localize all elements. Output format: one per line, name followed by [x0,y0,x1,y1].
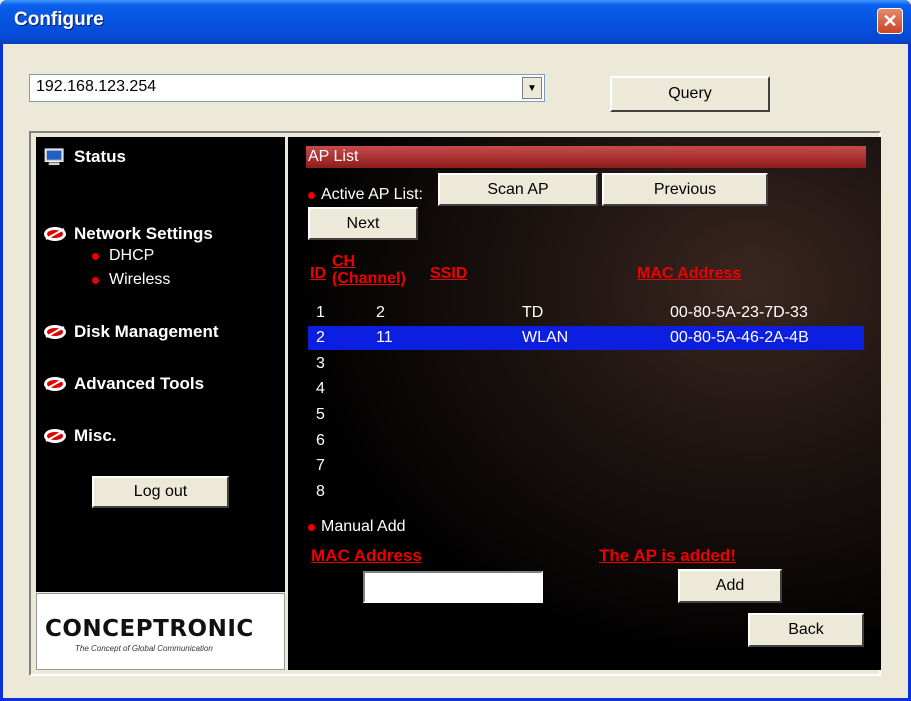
mac-address-input[interactable] [363,571,543,603]
ap-table-row[interactable]: 3 [308,352,864,376]
status-message: The AP is added! [599,546,736,565]
ap-table-row[interactable]: 7 [308,454,864,478]
ap-id: 3 [316,355,325,372]
ap-id: 7 [316,457,325,474]
ap-mac: 00-80-5A-23-7D-33 [670,304,808,321]
nav-disk-management[interactable]: Disk Management [42,322,219,342]
nav-status-label: Status [74,147,126,166]
close-button[interactable]: ✕ [877,8,903,34]
mac-address-label: MAC Address [311,546,422,565]
query-button[interactable]: Query [610,76,770,112]
ap-id: 6 [316,432,325,449]
ap-list-panel: AP List Active AP List: Scan AP Previous… [288,137,881,670]
bullet-icon [308,191,315,199]
column-ch-label: CH [332,253,356,270]
nav-network-settings-label: Network Settings [74,224,213,243]
monitor-icon [44,148,64,166]
nav-misc[interactable]: Misc. [42,426,117,446]
ap-ssid: WLAN [522,329,569,346]
ap-mac: 00-80-5A-46-2A-4B [670,329,809,346]
column-ch-sub: (Channel) [332,270,406,287]
nav-network-settings[interactable]: Network Settings [42,224,213,244]
nav-misc-label: Misc. [74,426,117,445]
logo-tagline: The Concept of Global Communication [75,644,213,653]
ap-table-row[interactable]: 5 [308,403,864,427]
ap-channel: 11 [376,329,393,346]
ap-table-row-selected[interactable]: 2 11 WLAN 00-80-5A-46-2A-4B [308,326,864,350]
ap-id: 4 [316,380,325,397]
nav-wireless-label: Wireless [109,271,171,288]
title-bar[interactable]: Configure ✕ [0,0,911,44]
manual-add-label: Manual Add [308,518,406,536]
next-button[interactable]: Next [308,207,418,240]
nav-status[interactable]: Status [42,147,126,167]
previous-button[interactable]: Previous [602,173,768,206]
ip-address-dropdown[interactable]: 192.168.123.254 ▼ [29,74,545,102]
nav-wireless[interactable]: Wireless [92,271,170,289]
logout-button[interactable]: Log out [92,476,229,508]
ap-id: 1 [316,304,325,321]
ap-id: 5 [316,406,325,423]
red-eye-bullet-icon [44,325,66,339]
red-eye-bullet-icon [44,429,66,443]
nav-disk-management-label: Disk Management [74,322,219,341]
ap-id: 8 [316,483,325,500]
back-button[interactable]: Back [748,613,864,647]
nav-dhcp-label: DHCP [109,247,155,264]
bullet-icon [92,252,99,260]
column-ssid: SSID [430,265,468,282]
logo-text: CONCEPTRONIC [45,616,254,642]
column-ch: CH (Channel) [332,253,406,287]
column-id: ID [310,265,326,282]
ap-table-row[interactable]: 8 [308,480,864,504]
bullet-icon [308,523,315,531]
nav-dhcp[interactable]: DHCP [92,247,154,265]
active-ap-list-text: Active AP List: [321,186,423,203]
scan-ap-button[interactable]: Scan AP [438,173,598,206]
bullet-icon [92,276,99,284]
sidebar: Status Network Settings DHCP Wireless Di… [36,137,285,592]
window-title: Configure [14,9,104,30]
brand-logo: CONCEPTRONIC The Concept of Global Commu… [36,593,285,670]
column-mac-address: MAC Address [637,265,742,282]
ip-address-value: 192.168.123.254 [36,78,157,95]
red-eye-bullet-icon [44,377,66,391]
ap-ssid: TD [522,304,544,321]
nav-advanced-tools-label: Advanced Tools [74,374,205,393]
ap-table-row[interactable]: 4 [308,377,864,401]
add-button[interactable]: Add [678,569,782,603]
active-ap-list-label: Active AP List: [308,186,423,204]
dropdown-arrow-icon[interactable]: ▼ [522,77,542,99]
ap-table-row[interactable]: 1 2 TD 00-80-5A-23-7D-33 [308,301,864,325]
ap-channel: 2 [376,304,385,321]
manual-add-text: Manual Add [321,518,406,535]
ap-list-header: AP List [306,146,866,168]
ap-id: 2 [316,329,325,346]
red-eye-bullet-icon [44,227,66,241]
ap-table-row[interactable]: 6 [308,429,864,453]
nav-advanced-tools[interactable]: Advanced Tools [42,374,204,394]
